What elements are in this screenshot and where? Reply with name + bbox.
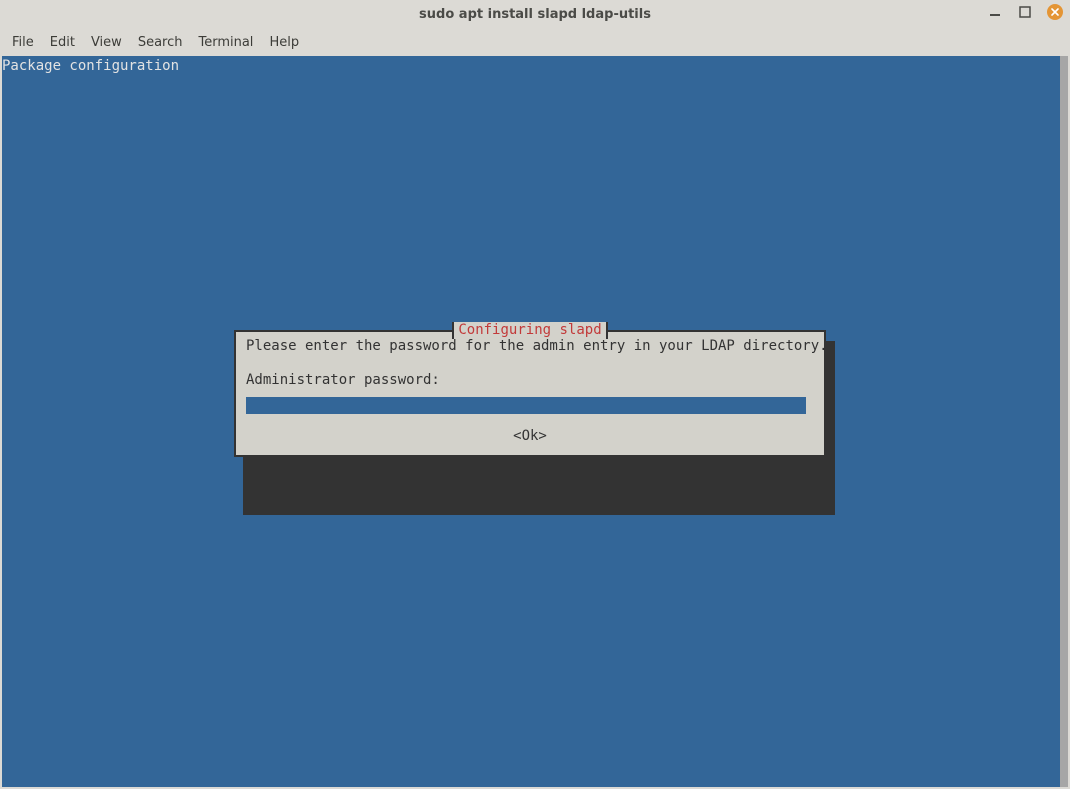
- window-controls: [986, 3, 1064, 21]
- menu-search[interactable]: Search: [130, 31, 191, 54]
- close-icon: [1047, 4, 1063, 20]
- menu-terminal[interactable]: Terminal: [190, 31, 261, 54]
- dialog-title: Configuring slapd: [452, 322, 607, 339]
- window-titlebar: sudo apt install slapd ldap-utils: [0, 0, 1070, 28]
- menu-file[interactable]: File: [4, 31, 42, 54]
- password-field-wrap: [246, 397, 806, 414]
- terminal[interactable]: Package configuration Configuring slapd …: [2, 56, 1068, 787]
- config-dialog: Configuring slapd Please enter the passw…: [234, 330, 826, 457]
- terminal-line-header: Package configuration: [2, 56, 1060, 75]
- terminal-viewport: Package configuration Configuring slapd …: [2, 56, 1060, 787]
- maximize-button[interactable]: [1016, 3, 1034, 21]
- menu-help[interactable]: Help: [261, 31, 307, 54]
- menubar: File Edit View Search Terminal Help: [0, 28, 1070, 56]
- administrator-password-input[interactable]: [246, 397, 806, 414]
- window-title: sudo apt install slapd ldap-utils: [0, 7, 1070, 22]
- scrollbar-thumb[interactable]: [1060, 56, 1068, 787]
- dialog-title-wrap: Configuring slapd: [236, 322, 824, 339]
- scrollbar-track[interactable]: [1060, 56, 1068, 787]
- close-button[interactable]: [1046, 3, 1064, 21]
- menu-view[interactable]: View: [83, 31, 130, 54]
- ok-button[interactable]: <Ok>: [246, 428, 814, 445]
- menu-edit[interactable]: Edit: [42, 31, 83, 54]
- dialog-prompt-label: Administrator password:: [246, 372, 814, 389]
- minimize-button[interactable]: [986, 3, 1004, 21]
- dialog-message: Please enter the password for the admin …: [246, 338, 814, 355]
